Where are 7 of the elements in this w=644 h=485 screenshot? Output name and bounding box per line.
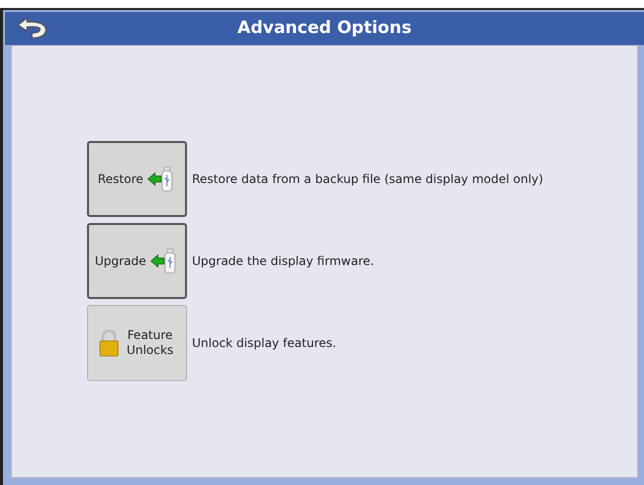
option-description: Restore data from a backup file (same display model only): [192, 171, 544, 188]
option-button[interactable]: Upgrade: [87, 223, 187, 299]
option-description: Upgrade the display firmware.: [192, 253, 374, 270]
padlock-icon: [98, 329, 120, 357]
option-description: Unlock display features.: [192, 335, 336, 352]
option-button[interactable]: Restore: [87, 141, 187, 217]
window-title: Advanced Options: [237, 16, 412, 40]
